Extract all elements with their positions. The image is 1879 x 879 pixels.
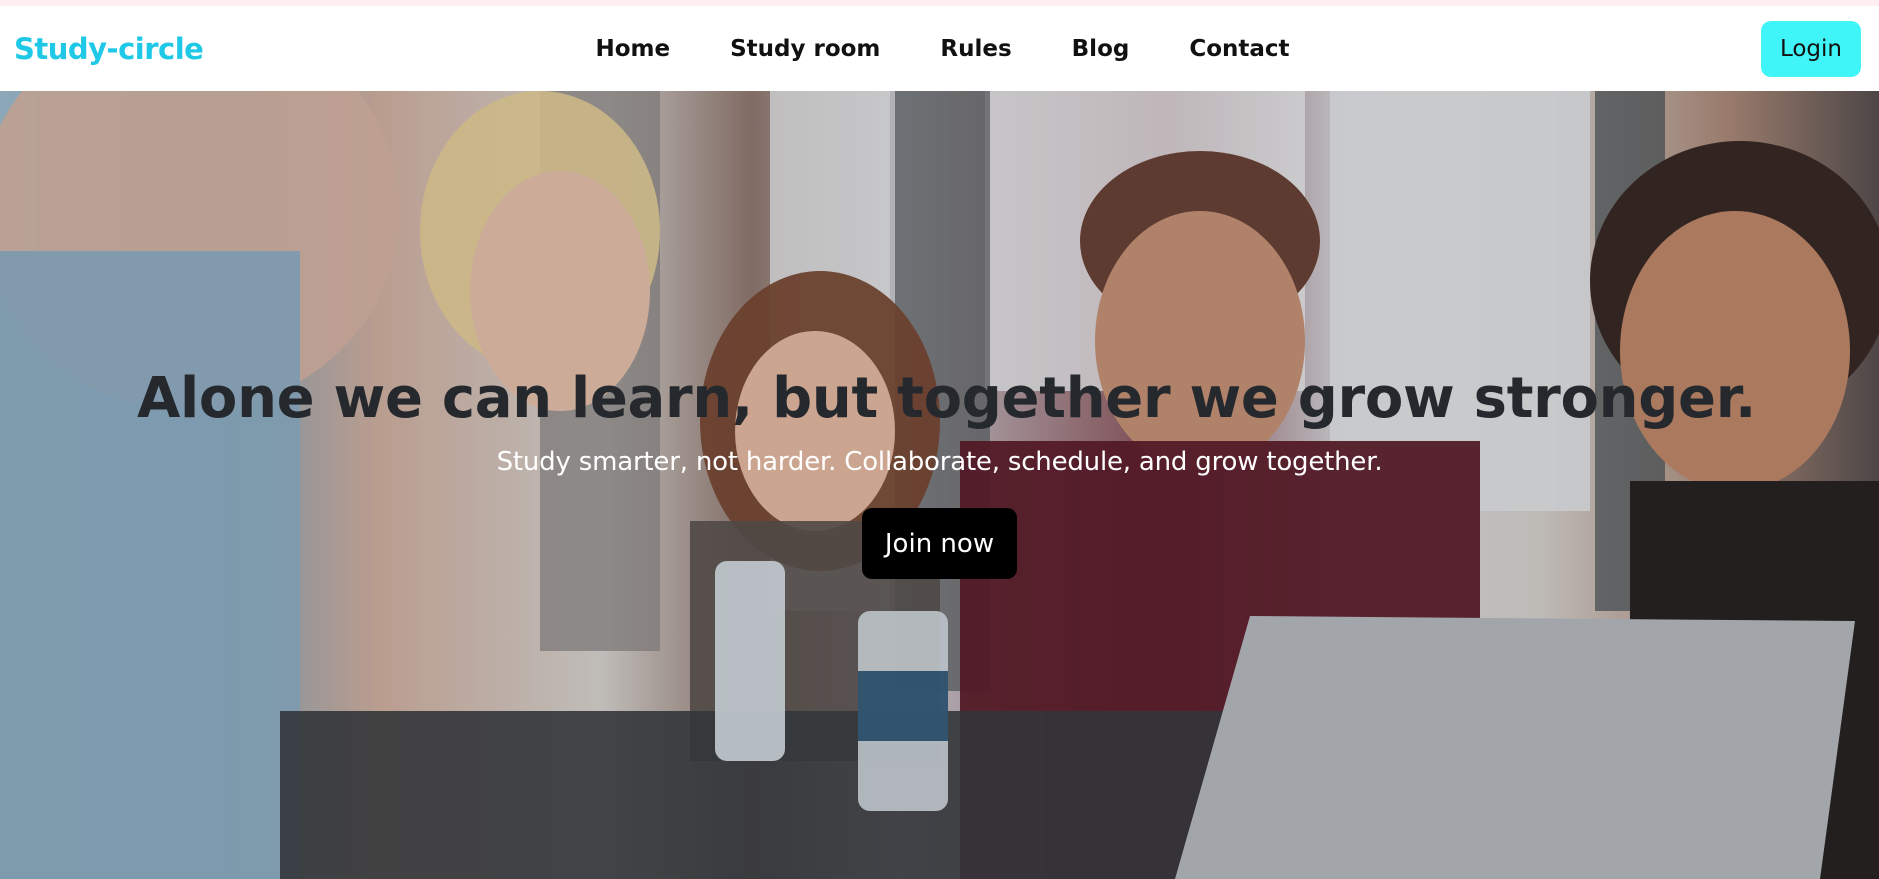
brand-logo[interactable]: Study-circle	[14, 32, 204, 66]
nav-link-blog[interactable]: Blog	[1042, 36, 1160, 62]
main-nav: Home Study room Rules Blog Contact	[0, 6, 1879, 91]
join-now-button[interactable]: Join now	[861, 508, 1018, 579]
hero-section: Alone we can learn, but together we grow…	[0, 91, 1879, 879]
nav-link-rules[interactable]: Rules	[910, 36, 1041, 62]
nav-link-home[interactable]: Home	[565, 36, 700, 62]
nav-link-study-room[interactable]: Study room	[700, 36, 910, 62]
hero-subtitle: Study smarter, not harder. Collaborate, …	[496, 447, 1383, 477]
hero-content: Alone we can learn, but together we grow…	[0, 366, 1879, 579]
navbar: Study-circle Home Study room Rules Blog …	[0, 6, 1879, 91]
login-button[interactable]: Login	[1760, 21, 1861, 77]
hero-title: Alone we can learn, but together we grow…	[136, 366, 1757, 431]
nav-link-contact[interactable]: Contact	[1159, 36, 1319, 62]
